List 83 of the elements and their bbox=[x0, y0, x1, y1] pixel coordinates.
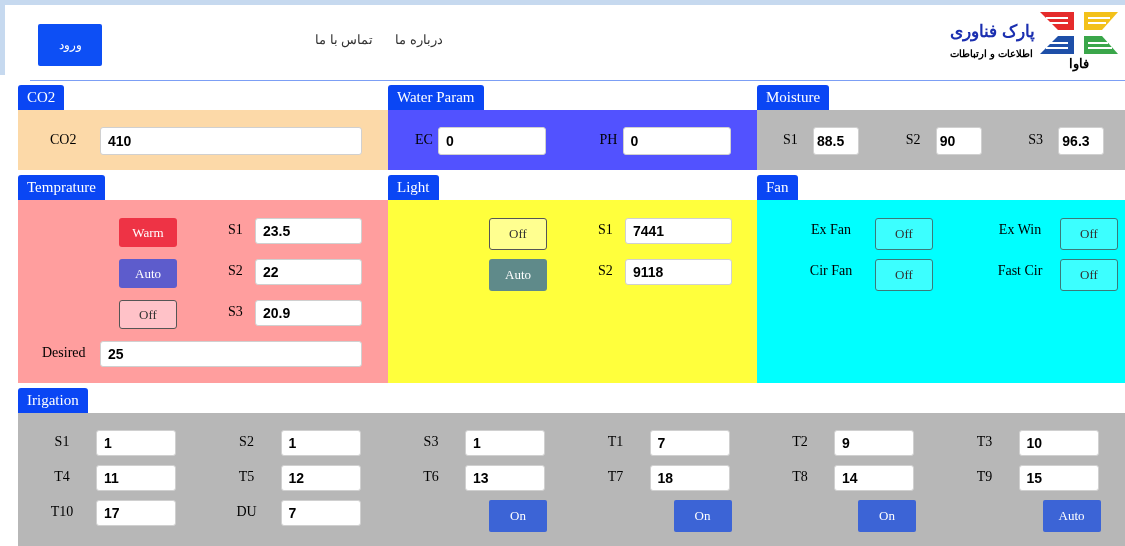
field-label: T9 bbox=[975, 468, 994, 486]
toggle-button[interactable]: Off bbox=[875, 218, 933, 250]
input-field[interactable]: 0 bbox=[622, 127, 731, 155]
mode-button[interactable]: Warm bbox=[119, 218, 177, 247]
input-field[interactable]: 410 bbox=[100, 127, 362, 155]
input-field[interactable]: 14 bbox=[834, 465, 914, 491]
field-label: Ex Fan bbox=[809, 221, 853, 239]
input-field[interactable]: 20.9 bbox=[255, 300, 362, 326]
field-label: S1 bbox=[783, 131, 798, 149]
field-label: T7 bbox=[606, 468, 625, 486]
input-field[interactable]: 1 bbox=[280, 430, 361, 456]
field-label: T5 bbox=[237, 468, 256, 486]
input-field[interactable]: 9 bbox=[834, 430, 914, 456]
field-label: PH bbox=[599, 131, 618, 149]
action-button[interactable]: On bbox=[858, 500, 916, 532]
action-button[interactable]: On bbox=[489, 500, 547, 532]
field-label: T1 bbox=[606, 433, 625, 451]
panel-tab[interactable]: Irigation bbox=[18, 388, 88, 413]
field-label: T8 bbox=[791, 468, 809, 486]
field-label: T3 bbox=[975, 433, 994, 451]
panel-tab[interactable]: CO2 bbox=[18, 85, 65, 110]
field-label: S1 bbox=[228, 221, 244, 239]
input-field[interactable]: 0 bbox=[438, 127, 546, 155]
field-label: S2 bbox=[228, 262, 244, 280]
field-label: T4 bbox=[53, 468, 71, 486]
input-field[interactable]: 22 bbox=[255, 259, 362, 285]
field-label: EC bbox=[415, 131, 433, 149]
field-label: DU bbox=[235, 503, 258, 521]
logo-subtitle: اطلاعات و ارتباطات bbox=[950, 46, 1033, 61]
field-label: Ex Win bbox=[997, 221, 1043, 239]
toggle-button[interactable]: Off bbox=[1060, 259, 1118, 291]
input-field[interactable]: 7 bbox=[280, 500, 361, 526]
input-field[interactable]: 18 bbox=[649, 465, 730, 491]
mode-button[interactable]: Auto bbox=[489, 259, 547, 291]
mode-button[interactable]: Auto bbox=[119, 259, 177, 288]
input-field[interactable]: 7 bbox=[649, 430, 730, 456]
input-field[interactable]: 90 bbox=[935, 127, 982, 155]
panel-tab[interactable]: Moisture bbox=[757, 85, 830, 110]
mode-button[interactable]: Off bbox=[489, 218, 547, 250]
toggle-button[interactable]: Off bbox=[1060, 218, 1118, 250]
mode-button[interactable]: Off bbox=[119, 300, 177, 329]
field-label: T6 bbox=[422, 468, 440, 486]
field-label: S2 bbox=[905, 131, 921, 149]
panel-tab[interactable]: Temprature bbox=[18, 175, 105, 200]
toggle-button[interactable]: Off bbox=[875, 259, 933, 291]
input-field[interactable]: 17 bbox=[96, 500, 176, 526]
input-field[interactable]: 7441 bbox=[625, 218, 732, 244]
field-label: S3 bbox=[422, 433, 440, 451]
panel-tab[interactable]: Light bbox=[388, 175, 439, 200]
field-label: Desired bbox=[42, 344, 87, 362]
login-button[interactable]: ورود bbox=[38, 24, 102, 66]
input-field[interactable]: 10 bbox=[1018, 430, 1099, 456]
field-label: T10 bbox=[49, 503, 75, 521]
field-label: Cir Fan bbox=[808, 262, 854, 280]
field-label: S2 bbox=[598, 262, 614, 280]
input-field[interactable]: 15 bbox=[1018, 465, 1099, 491]
input-field[interactable]: 11 bbox=[96, 465, 176, 491]
input-field[interactable]: 9118 bbox=[625, 259, 732, 285]
input-field[interactable]: 96.3 bbox=[1058, 127, 1105, 155]
field-label: S1 bbox=[598, 221, 614, 239]
input-field[interactable]: 13 bbox=[465, 465, 545, 491]
input-field[interactable]: 1 bbox=[96, 430, 176, 456]
action-button[interactable]: On bbox=[673, 500, 732, 532]
input-field[interactable]: 25 bbox=[100, 341, 362, 367]
input-field[interactable]: 1 bbox=[465, 430, 545, 456]
field-label: Fast Cir bbox=[996, 262, 1044, 280]
panel-tab[interactable]: Fan bbox=[757, 175, 798, 200]
field-label: S2 bbox=[238, 433, 255, 451]
input-field[interactable]: 23.5 bbox=[255, 218, 362, 244]
field-label: CO2 bbox=[50, 131, 77, 149]
nav-link[interactable]: درباره ما bbox=[395, 30, 443, 50]
input-field[interactable]: 88.5 bbox=[813, 127, 859, 155]
field-label: S1 bbox=[53, 433, 71, 451]
nav-link[interactable]: تماس با ما bbox=[315, 30, 374, 50]
input-field[interactable]: 12 bbox=[280, 465, 361, 491]
action-button[interactable]: Auto bbox=[1042, 500, 1101, 532]
logo-icon bbox=[1038, 9, 1120, 56]
logo-title: پارک فناوری bbox=[950, 21, 1035, 42]
field-label: S3 bbox=[1028, 131, 1044, 149]
field-label: S3 bbox=[228, 303, 244, 321]
panel-tab[interactable]: Water Param bbox=[388, 85, 484, 110]
logo-wordmark: فاوا bbox=[1069, 55, 1089, 71]
field-label: T2 bbox=[791, 433, 809, 451]
